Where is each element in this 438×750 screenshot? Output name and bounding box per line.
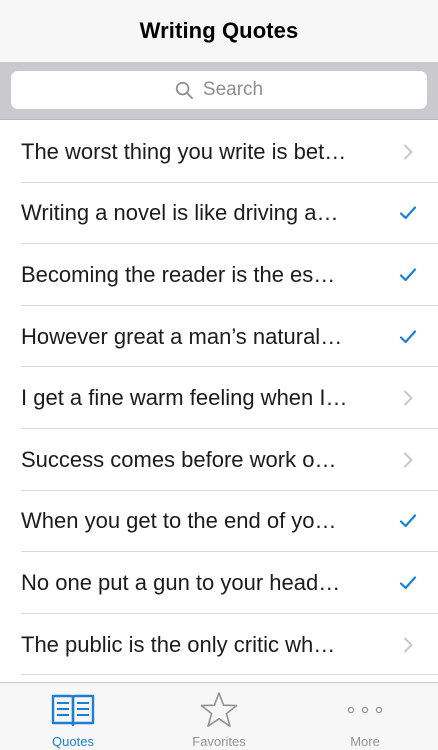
checkmark-icon	[399, 576, 417, 590]
tab-more[interactable]: More	[292, 683, 438, 750]
checkmark-icon	[398, 511, 418, 531]
list-item[interactable]: Success comes before work o…	[0, 429, 438, 491]
checkmark-icon	[398, 203, 418, 223]
tab-label-more: More	[350, 734, 380, 749]
checkmark-icon	[399, 329, 417, 343]
tab-favorites[interactable]: Favorites	[146, 683, 292, 750]
navigation-bar: Writing Quotes	[0, 0, 438, 62]
list-item[interactable]: No one put a gun to your head…	[0, 552, 438, 614]
search-input[interactable]: Search	[11, 71, 427, 109]
quote-text: The public is the only critic wh…	[21, 631, 336, 657]
tab-bar: Quotes Favorites More	[0, 682, 438, 750]
tab-label-favorites: Favorites	[192, 734, 246, 749]
search-placeholder: Search	[202, 79, 264, 100]
star-icon	[200, 692, 238, 728]
chevron-right-icon	[398, 388, 418, 408]
list-item[interactable]: Writing a novel is like driving a…	[0, 183, 438, 245]
quote-text: When you get to the end of yo…	[21, 508, 337, 534]
chevron-right-icon	[404, 637, 413, 653]
quote-text: No one put a gun to your head…	[21, 569, 341, 595]
quote-text: Writing a novel is like driving a…	[21, 200, 339, 226]
book-icon	[51, 694, 95, 727]
list-item[interactable]: When you get to the end of yo…	[0, 491, 438, 553]
checkmark-icon	[398, 327, 418, 347]
tab-quotes[interactable]: Quotes	[0, 683, 146, 750]
quote-text: Success comes before work o…	[21, 446, 337, 472]
chevron-right-icon	[404, 390, 413, 406]
chevron-right-icon	[398, 450, 418, 470]
search-bar: Search	[0, 62, 438, 120]
chevron-right-icon	[404, 144, 413, 160]
checkmark-icon	[399, 206, 417, 220]
list-item[interactable]: The worst thing you write is bet…	[0, 121, 438, 183]
page-title: Writing Quotes	[139, 18, 299, 43]
list-item[interactable]: However great a man’s natural…	[0, 306, 438, 368]
list-item[interactable]: I get a fine warm feeling when I…	[0, 367, 438, 429]
tab-label-quotes: Quotes	[52, 734, 94, 749]
magnifying-glass-icon	[175, 81, 193, 99]
list-item[interactable]: The public is the only critic wh…	[0, 614, 438, 676]
quote-text: The worst thing you write is bet…	[21, 138, 347, 164]
chevron-right-icon	[398, 142, 418, 162]
list-item[interactable]: Becoming the reader is the es…	[0, 244, 438, 306]
checkmark-icon	[399, 514, 417, 528]
chevron-right-icon	[398, 635, 418, 655]
quote-text: I get a fine warm feeling when I…	[21, 385, 348, 411]
checkmark-icon	[398, 265, 418, 285]
quote-text: Becoming the reader is the es…	[21, 261, 336, 287]
more-dots-icon	[347, 706, 383, 714]
quote-list: The worst thing you write is bet… Writing…	[0, 121, 438, 675]
checkmark-icon	[398, 573, 418, 593]
checkmark-icon	[399, 268, 417, 282]
quote-text: However great a man’s natural…	[21, 323, 343, 349]
chevron-right-icon	[404, 452, 413, 468]
